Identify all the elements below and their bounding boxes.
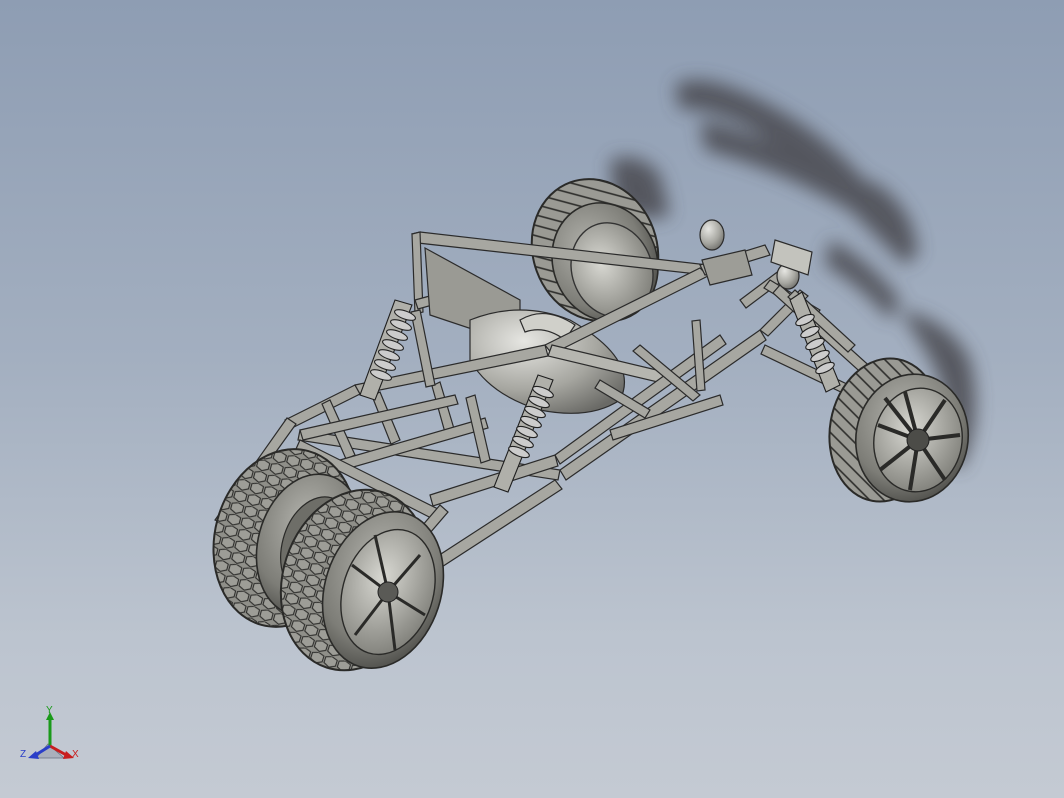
axis-y-label: Y (46, 705, 53, 716)
trike-3d-model[interactable] (0, 0, 1064, 798)
axis-x-label: X (72, 749, 79, 760)
graphics-viewport[interactable]: Y Z X (0, 0, 1064, 798)
axis-z-label: Z (20, 749, 27, 760)
coordinate-triad: Y Z X (18, 700, 88, 770)
